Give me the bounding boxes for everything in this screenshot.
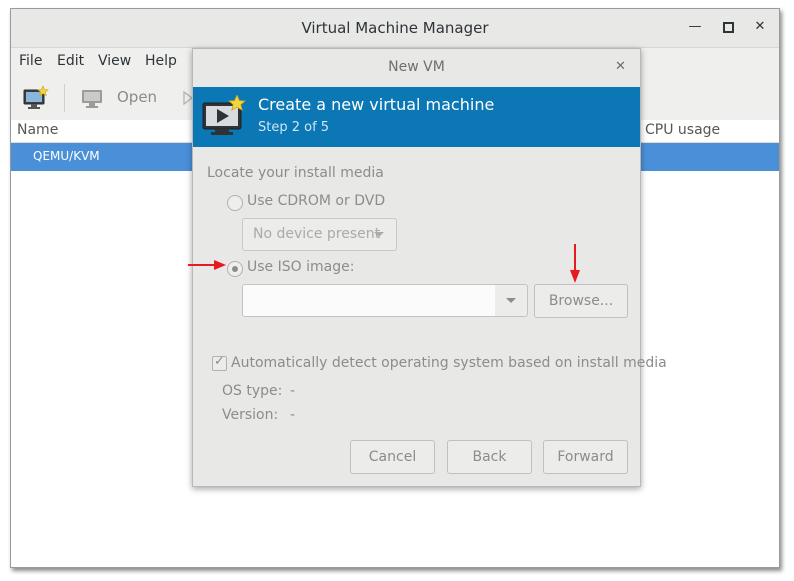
browse-button[interactable]: Browse... [534, 284, 628, 318]
iso-history-dropdown[interactable] [495, 284, 528, 317]
annotation-arrow-right-icon [188, 260, 226, 270]
menu-view[interactable]: View [98, 53, 131, 69]
title-bar[interactable]: Virtual Machine Manager — ✕ [11, 9, 779, 48]
iso-radio[interactable] [227, 261, 243, 277]
forward-button[interactable]: Forward [543, 440, 628, 474]
column-name[interactable]: Name [17, 122, 58, 138]
vm-monitor-icon [201, 93, 249, 139]
connection-label: QEMU/KVM [33, 149, 100, 163]
cancel-button[interactable]: Cancel [350, 440, 435, 474]
cdrom-label[interactable]: Use CDROM or DVD [247, 193, 385, 209]
open-button[interactable]: Open [117, 88, 157, 106]
column-cpu-usage[interactable]: CPU usage [645, 122, 720, 138]
iso-path-input[interactable] [242, 284, 496, 317]
iso-label[interactable]: Use ISO image: [247, 259, 354, 275]
chevron-down-icon [506, 298, 516, 303]
dialog-title: New VM [388, 59, 445, 75]
banner-title: Create a new virtual machine [258, 95, 495, 114]
section-label: Locate your install media [207, 165, 384, 181]
menu-help[interactable]: Help [145, 53, 177, 69]
device-select[interactable]: No device present [242, 218, 397, 251]
banner-step: Step 2 of 5 [258, 120, 330, 135]
menu-file[interactable]: File [19, 53, 42, 69]
open-icon [81, 87, 107, 111]
maximize-button[interactable] [720, 19, 736, 35]
device-select-value: No device present [253, 226, 381, 242]
cdrom-radio[interactable] [227, 195, 243, 211]
toolbar-separator [64, 84, 65, 112]
version-value: - [290, 407, 296, 423]
auto-detect-checkbox[interactable]: ✓ [212, 354, 227, 371]
minimize-button[interactable]: — [687, 19, 703, 35]
annotation-arrow-down-icon [570, 244, 580, 283]
os-type-value: - [290, 383, 296, 399]
dialog-close-icon[interactable]: ✕ [615, 59, 626, 74]
new-vm-icon [23, 85, 49, 109]
os-type-label: OS type: [222, 383, 283, 399]
wizard-banner: Create a new virtual machine Step 2 of 5 [193, 87, 640, 147]
close-button[interactable]: ✕ [752, 19, 768, 35]
back-button[interactable]: Back [447, 440, 532, 474]
chevron-down-icon [374, 232, 384, 237]
maximize-icon [722, 22, 734, 33]
new-vm-button[interactable] [23, 85, 49, 111]
menu-edit[interactable]: Edit [57, 53, 84, 69]
version-label: Version: [222, 407, 279, 423]
window-title: Virtual Machine Manager [301, 19, 489, 37]
auto-detect-label[interactable]: Automatically detect operating system ba… [231, 355, 667, 371]
check-icon: ✓ [214, 354, 225, 369]
